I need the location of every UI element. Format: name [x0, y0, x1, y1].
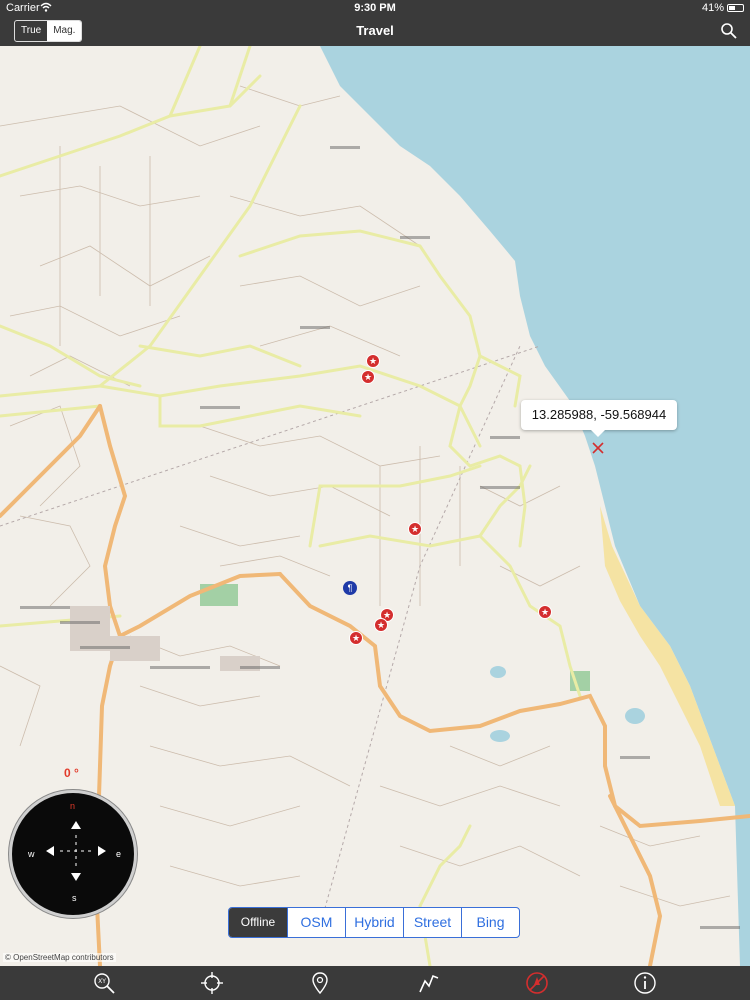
compass-arrows-icon: [46, 821, 106, 881]
compass-west-label: w: [28, 849, 35, 859]
route-icon[interactable]: [417, 971, 441, 995]
status-bar: Carrier 9:30 PM 41%: [0, 0, 750, 16]
navigation-bar: True Mag. Travel: [0, 16, 750, 46]
settlement-area: [70, 606, 110, 651]
poi-pin[interactable]: ★: [349, 631, 363, 645]
layer-hybrid[interactable]: Hybrid: [345, 908, 403, 937]
battery-percent: 41%: [701, 2, 724, 14]
poi-pin[interactable]: ★: [538, 605, 552, 619]
xy-search-icon[interactable]: XY: [92, 971, 116, 995]
compass-east-label: e: [116, 849, 122, 859]
restaurant-icon[interactable]: ¶: [343, 581, 357, 595]
sea-area: [320, 46, 750, 966]
compass-north-label: n: [70, 801, 76, 811]
poi-pin[interactable]: ★: [408, 522, 422, 536]
layer-osm[interactable]: OSM: [287, 908, 345, 937]
pond: [490, 730, 510, 742]
green-area: [200, 584, 238, 606]
compass-widget[interactable]: n s w e: [9, 790, 137, 918]
compass-south-label: s: [72, 893, 77, 903]
map-layer-selector[interactable]: Offline OSM Hybrid Street Bing: [228, 907, 520, 938]
map-attribution[interactable]: © OpenStreetMap contributors: [3, 953, 116, 962]
poi-pin[interactable]: ★: [374, 618, 388, 632]
pond: [490, 666, 506, 678]
crosshair-icon[interactable]: [200, 971, 224, 995]
layer-bing[interactable]: Bing: [461, 908, 519, 937]
location-pin-icon[interactable]: [308, 971, 332, 995]
battery-icon: [727, 4, 744, 12]
coordinate-popup[interactable]: 13.285988, -59.568944: [521, 400, 677, 437]
page-title: Travel: [356, 23, 394, 38]
layer-offline[interactable]: Offline: [229, 908, 287, 937]
poi-pin[interactable]: ★: [366, 354, 380, 368]
info-icon[interactable]: [633, 971, 657, 995]
heading-readout: 0 °: [64, 766, 79, 780]
search-icon[interactable]: [720, 22, 738, 40]
poi-pin[interactable]: ★: [361, 370, 375, 384]
pond: [625, 708, 645, 724]
bottom-toolbar: XY: [0, 966, 750, 1000]
compass-disabled-icon[interactable]: [525, 971, 549, 995]
svg-text:XY: XY: [98, 978, 106, 985]
layer-street[interactable]: Street: [403, 908, 461, 937]
clock: 9:30 PM: [354, 2, 396, 14]
